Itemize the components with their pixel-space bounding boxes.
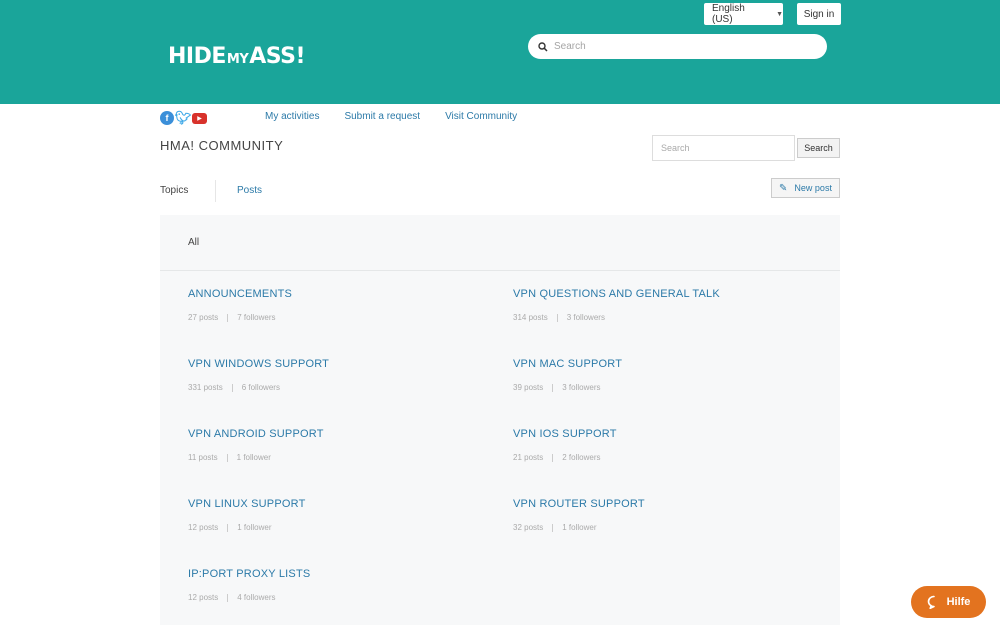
twitter-icon[interactable]: 🐦︎ — [175, 110, 192, 125]
topic-item: VPN QUESTIONS AND GENERAL TALK 314 posts… — [513, 288, 813, 322]
language-label: English (US) — [712, 3, 745, 25]
meta-separator — [227, 313, 229, 322]
community-search-button[interactable]: Search — [797, 138, 840, 158]
site-logo[interactable]: HIDE MY ASS! — [168, 44, 306, 69]
topic-item: VPN ANDROID SUPPORT 11 posts 1 follower — [188, 428, 488, 462]
topic-follower-count: 2 followers — [562, 453, 601, 462]
topic-title[interactable]: VPN WINDOWS SUPPORT — [188, 358, 488, 370]
top-nav: My activities Submit a request Visit Com… — [265, 111, 517, 122]
help-label: Hilfe — [946, 596, 971, 608]
hero-search-input[interactable] — [554, 41, 804, 52]
chat-bubble-icon — [927, 595, 935, 609]
topic-post-count: 27 posts — [188, 313, 219, 322]
sign-in-button[interactable]: Sign in — [797, 3, 841, 25]
tab-posts[interactable]: Posts — [237, 185, 262, 196]
meta-separator — [552, 383, 554, 392]
nav-my-activities[interactable]: My activities — [265, 111, 319, 122]
topic-title[interactable]: VPN ANDROID SUPPORT — [188, 428, 488, 440]
topic-post-count: 39 posts — [513, 383, 544, 392]
topic-follower-count: 1 follower — [237, 523, 272, 532]
language-selector[interactable]: English (US) ▼ — [704, 3, 783, 25]
tab-divider — [215, 180, 216, 202]
community-search-input[interactable] — [652, 135, 795, 161]
topics-panel: All ANNOUNCEMENTS 27 posts 7 followers VP… — [160, 215, 840, 625]
nav-visit-community[interactable]: Visit Community — [445, 111, 517, 122]
meta-separator — [552, 523, 554, 532]
topic-item: ANNOUNCEMENTS 27 posts 7 followers — [188, 288, 488, 322]
topic-title[interactable]: VPN QUESTIONS AND GENERAL TALK — [513, 288, 813, 300]
filter-label: All — [188, 237, 200, 248]
topic-title[interactable]: VPN ROUTER SUPPORT — [513, 498, 813, 510]
topic-title[interactable]: VPN IOS SUPPORT — [513, 428, 813, 440]
topic-follower-count: 1 follower — [562, 523, 597, 532]
topic-follower-count: 7 followers — [237, 313, 276, 322]
topic-title[interactable]: VPN MAC SUPPORT — [513, 358, 813, 370]
new-post-button[interactable]: ✎ New post — [771, 178, 840, 198]
logo-text-my: MY — [226, 52, 249, 67]
chevron-down-icon: ▼ — [776, 10, 783, 18]
topic-post-count: 12 posts — [188, 523, 219, 532]
social-links: f 🐦︎ ▶ — [160, 110, 207, 125]
nav-submit-request[interactable]: Submit a request — [344, 111, 420, 122]
new-post-label: New post — [794, 183, 832, 193]
topic-title[interactable]: ANNOUNCEMENTS — [188, 288, 488, 300]
site-header: English (US) ▼ Sign in HIDE MY ASS! — [0, 0, 1000, 104]
topic-item: IP:PORT PROXY LISTS 12 posts 4 followers — [188, 568, 488, 602]
topic-follower-count: 1 follower — [236, 453, 271, 462]
pencil-icon: ✎ — [779, 182, 788, 194]
topic-title[interactable]: IP:PORT PROXY LISTS — [188, 568, 488, 580]
tab-topics[interactable]: Topics — [160, 185, 188, 196]
page-title: HMA! COMMUNITY — [160, 138, 284, 153]
meta-separator — [226, 453, 228, 462]
meta-separator — [231, 383, 233, 392]
facebook-icon[interactable]: f — [160, 111, 174, 125]
topic-post-count: 331 posts — [188, 383, 223, 392]
topic-item: VPN IOS SUPPORT 21 posts 2 followers — [513, 428, 813, 462]
meta-separator — [556, 313, 558, 322]
topics-filter[interactable]: All — [160, 215, 840, 271]
topic-item: VPN ROUTER SUPPORT 32 posts 1 follower — [513, 498, 813, 532]
logo-text-ass: ASS! — [249, 44, 306, 69]
topic-post-count: 12 posts — [188, 593, 219, 602]
topic-follower-count: 6 followers — [241, 383, 280, 392]
meta-separator — [227, 523, 229, 532]
topic-post-count: 11 posts — [188, 453, 218, 462]
topic-item: VPN WINDOWS SUPPORT 331 posts 6 followers — [188, 358, 488, 392]
topic-post-count: 32 posts — [513, 523, 544, 532]
meta-separator — [552, 453, 554, 462]
logo-text-hide: HIDE — [168, 44, 226, 69]
topic-post-count: 21 posts — [513, 453, 544, 462]
hero-search-box[interactable] — [528, 34, 827, 59]
topic-item: VPN MAC SUPPORT 39 posts 3 followers — [513, 358, 813, 392]
help-button[interactable]: Hilfe — [911, 586, 986, 618]
topic-title[interactable]: VPN LINUX SUPPORT — [188, 498, 488, 510]
topic-follower-count: 4 followers — [237, 593, 276, 602]
search-icon — [538, 41, 548, 52]
youtube-icon[interactable]: ▶ — [192, 113, 207, 124]
topic-follower-count: 3 followers — [566, 313, 605, 322]
topic-item: VPN LINUX SUPPORT 12 posts 1 follower — [188, 498, 488, 532]
topic-follower-count: 3 followers — [562, 383, 601, 392]
topic-post-count: 314 posts — [513, 313, 548, 322]
meta-separator — [227, 593, 229, 602]
